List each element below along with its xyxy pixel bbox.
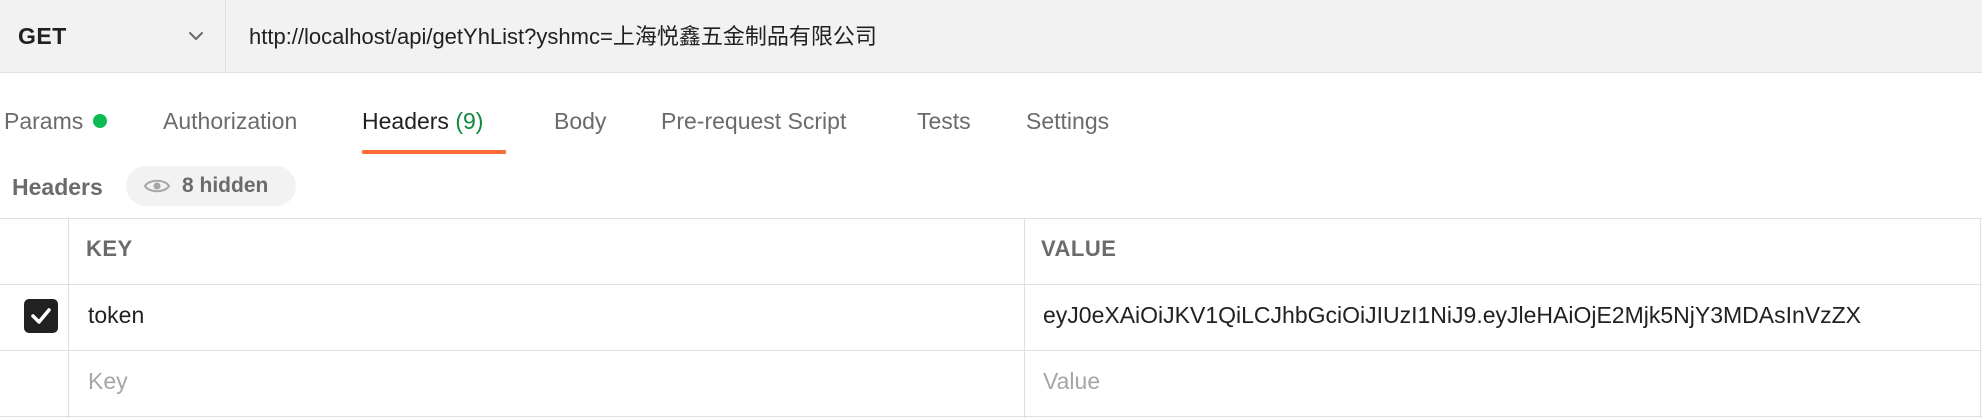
method-select[interactable]: GET [0, 0, 226, 72]
column-header-key: KEY [86, 236, 133, 261]
table-border-top [0, 218, 1982, 219]
tab-body[interactable]: Body [554, 108, 606, 135]
tab-pre-request-script[interactable]: Pre-request Script [661, 108, 846, 135]
table-col-divider [1024, 218, 1025, 418]
request-url-bar: GET http://localhost/api/getYhList?yshmc… [0, 0, 1982, 73]
column-header-value: VALUE [1041, 236, 1117, 261]
chevron-down-icon [189, 32, 203, 40]
tab-authorization-label: Authorization [163, 108, 298, 134]
tab-headers-label: Headers [362, 108, 449, 134]
hidden-count-label: 8 hidden [182, 174, 269, 197]
tab-params[interactable]: Params [4, 108, 108, 135]
table-col-divider [68, 218, 69, 418]
header-value-cell[interactable]: eyJ0eXAiOiJKV1QiLCJhbGciOiJIUzI1NiJ9.eyJ… [1043, 302, 1861, 329]
request-tabs: Params Authorization Headers (9) Body Pr… [0, 100, 1982, 156]
tab-pre-request-label: Pre-request Script [661, 108, 847, 134]
headers-title: Headers [12, 174, 103, 200]
tab-tests[interactable]: Tests [917, 108, 971, 135]
method-label: GET [18, 22, 67, 49]
headers-subheader: Headers 8 hidden [0, 166, 1982, 206]
tab-params-label: Params [4, 108, 84, 134]
new-key-input[interactable]: Key [88, 368, 128, 395]
new-value-input[interactable]: Value [1043, 368, 1100, 395]
tab-body-label: Body [554, 108, 607, 134]
tab-headers-count: (9) [455, 108, 484, 134]
tab-settings-label: Settings [1026, 108, 1110, 134]
tab-settings[interactable]: Settings [1026, 108, 1109, 135]
tab-authorization[interactable]: Authorization [163, 108, 297, 135]
table-row-divider [0, 284, 1982, 285]
header-key-cell[interactable]: token [88, 302, 144, 329]
table-border-bottom [0, 416, 1982, 417]
active-tab-indicator [362, 150, 506, 154]
row-enabled-checkbox[interactable] [24, 299, 58, 333]
tab-headers[interactable]: Headers (9) [362, 108, 483, 135]
params-status-dot [93, 113, 108, 128]
hidden-headers-toggle[interactable]: 8 hidden [126, 166, 296, 206]
checkmark-icon [31, 308, 51, 324]
tab-tests-label: Tests [917, 108, 971, 134]
eye-icon [144, 179, 170, 193]
table-row-divider [0, 350, 1982, 351]
url-input[interactable]: http://localhost/api/getYhList?yshmc=上海悦… [249, 19, 877, 51]
table-col-divider [1980, 218, 1981, 418]
